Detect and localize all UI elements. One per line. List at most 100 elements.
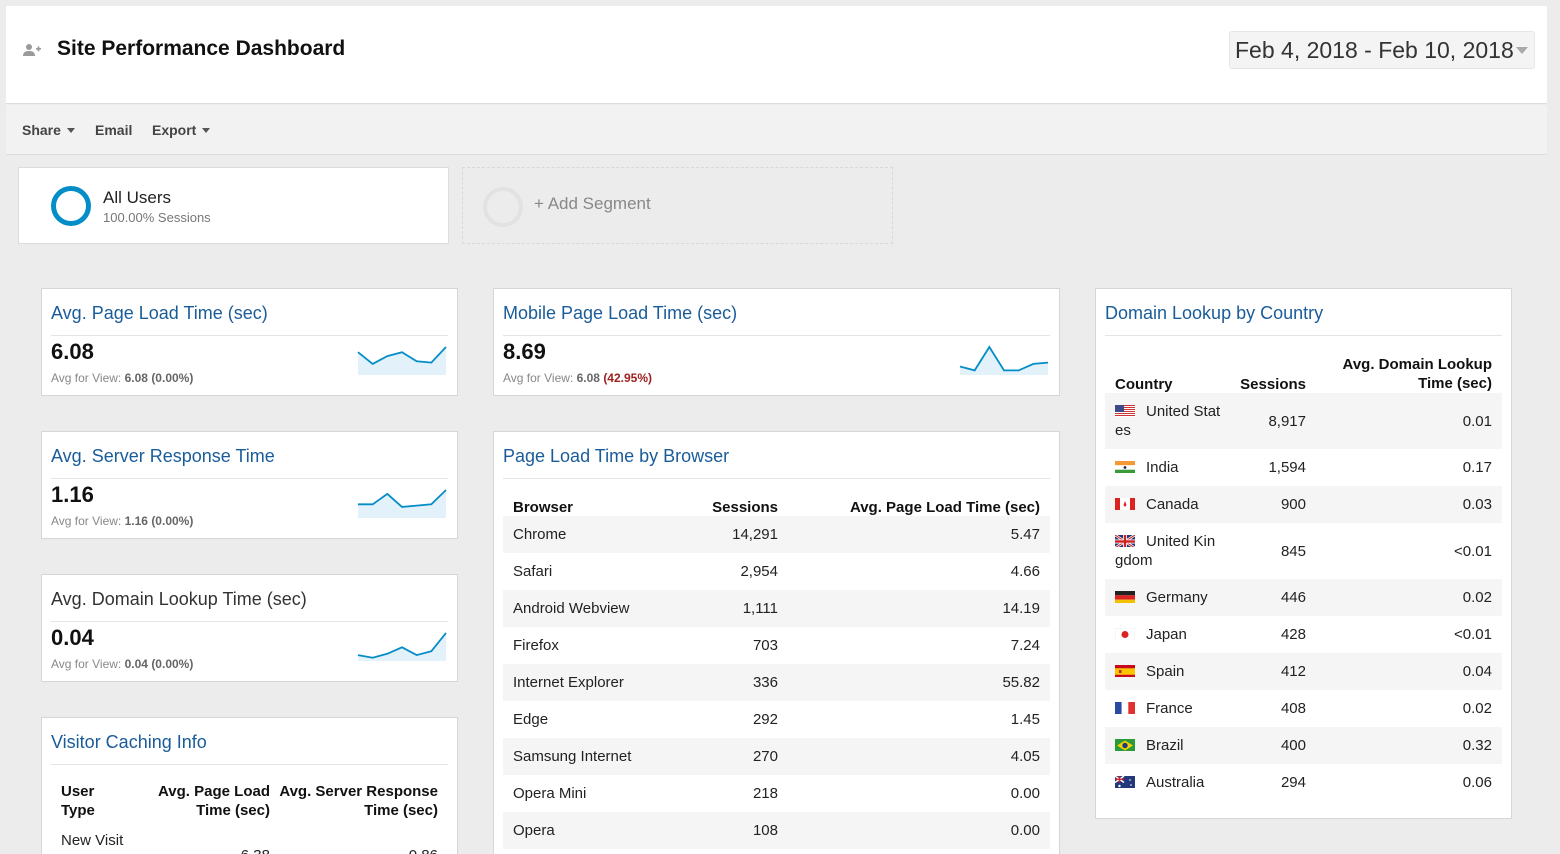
card-avg-domain-lookup: Avg. Domain Lookup Time (sec) 0.04 Avg f… [41,574,458,682]
divider [51,335,448,336]
lookup-cell: 0.02 [1462,700,1492,717]
ca-flag-icon-graphic [1115,498,1135,510]
col-user-type[interactable]: User Type [51,776,131,820]
table-row: Japan 428 <0.01 [1105,616,1502,653]
sessions-cell: 400 [1230,727,1306,764]
segment-name: All Users [103,188,172,207]
email-button[interactable]: Email [95,122,132,138]
browser-table-body: Chrome 14,291 5.47 Safari 2,954 4.66 Android W… [503,516,1050,849]
card-title[interactable]: Domain Lookup by Country [1105,303,1323,324]
sessions-cell: 8,917 [1230,393,1306,449]
card-title[interactable]: Visitor Caching Info [51,732,207,753]
col-avg-domain-lookup[interactable]: Avg. Domain Lookup Time (sec) [1306,351,1502,393]
browser-name-cell[interactable]: Internet Explorer [503,664,668,701]
table-row: Samsung Internet 270 4.05 [503,738,1050,775]
card-title[interactable]: Mobile Page Load Time (sec) [503,303,737,324]
table-row: Chrome 14,291 5.47 [503,516,1050,553]
country-cell[interactable]: United Kingdom [1105,523,1230,579]
col-avg-page-load[interactable]: Avg. Page Load Time (sec) [131,776,270,820]
export-button[interactable]: Export [152,122,211,138]
country-table-body: United States 8,917 0.01 India 1,594 0.17 Cana… [1105,393,1502,801]
country-cell[interactable]: Australia [1105,764,1230,801]
de-flag-icon-graphic [1115,591,1135,603]
country-cell[interactable]: Spain [1105,653,1230,690]
country-cell[interactable]: India [1105,449,1230,486]
au-flag-icon-graphic [1115,775,1135,788]
user-type-cell: New Visit [61,832,124,849]
date-range-picker[interactable]: Feb 4, 2018 - Feb 10, 2018 [1229,31,1535,69]
table-row: Opera 108 0.00 [503,812,1050,849]
table-row: Spain 412 0.04 [1105,653,1502,690]
lookup-cell: <0.01 [1454,626,1492,643]
server-cell: 0.86 [270,820,448,854]
col-sessions[interactable]: Sessions [1230,351,1306,393]
country-cell[interactable]: United States [1105,393,1230,449]
date-range-text: Feb 4, 2018 - Feb 10, 2018 [1235,36,1514,63]
fr-flag-icon [1115,701,1135,714]
load-cell: 6.38 [131,820,270,854]
card-mobile-page-load: Mobile Page Load Time (sec) 8.69 Avg for… [493,288,1060,396]
share-button[interactable]: Share [22,122,75,138]
divider [503,478,1050,479]
toolbar: Share Email Export [6,105,1547,155]
load-cell: 14.19 [778,590,1050,627]
sessions-cell: 1,594 [1268,459,1306,476]
sessions-cell: 703 [752,637,778,654]
lookup-cell: 0.03 [1306,486,1502,523]
card-title[interactable]: Page Load Time by Browser [503,446,729,467]
table-row: Australia 294 0.06 [1105,764,1502,801]
add-user-icon[interactable] [22,42,42,58]
browser-name-cell[interactable]: Firefox [503,627,668,664]
table-row: Canada 900 0.03 [1105,486,1502,523]
sessions-cell: 428 [1280,626,1306,643]
card-browser-load: Page Load Time by Browser Browser Sessio… [493,431,1060,854]
export-label: Export [152,122,197,138]
de-flag-icon [1115,590,1135,603]
segment-all-users[interactable]: All Users 100.00% Sessions [18,167,449,244]
country-cell[interactable]: Japan [1105,616,1230,653]
table-row: Germany 446 0.02 [1105,579,1502,616]
browser-name-cell[interactable]: Safari [503,553,668,590]
country-cell[interactable]: France [1105,690,1230,727]
col-sessions[interactable]: Sessions [668,492,778,516]
browser-name-cell[interactable]: Opera Mini [503,775,668,812]
load-cell: 4.66 [1010,563,1040,580]
country-name: Brazil [1146,737,1184,754]
sessions-cell: 2,954 [740,563,778,580]
add-segment-button[interactable]: + Add Segment [462,167,893,244]
gb-flag-icon-graphic [1115,534,1135,547]
country-cell[interactable]: Brazil [1105,727,1230,764]
in-flag-icon [1115,460,1135,473]
col-avg-server-response[interactable]: Avg. Server Response Time (sec) [270,776,448,820]
avg-for-view: Avg for View: 1.16 (0.00%) [51,514,194,528]
col-browser[interactable]: Browser [503,492,668,516]
card-avg-server-response: Avg. Server Response Time 1.16 Avg for V… [41,431,458,539]
table-row: Firefox 703 7.24 [503,627,1050,664]
table-header-row: User Type Avg. Page Load Time (sec) Avg.… [51,776,448,820]
divider [51,621,448,622]
es-flag-icon [1115,664,1135,677]
table-row: Safari 2,954 4.66 [503,553,1050,590]
table-row: Android Webview 1,111 14.19 [503,590,1050,627]
caret-down-icon [202,127,211,133]
dashboard-header: Site Performance Dashboard Feb 4, 2018 -… [6,6,1547,104]
caret-down-icon [66,127,75,133]
table-row: Opera Mini 218 0.00 [503,775,1050,812]
email-label: Email [95,122,133,138]
col-avg-page-load[interactable]: Avg. Page Load Time (sec) [778,492,1050,516]
browser-name-cell[interactable]: Chrome [503,516,668,553]
browser-name-cell[interactable]: Opera [503,812,668,849]
country-cell[interactable]: Canada [1105,486,1230,523]
table-row: Edge 292 1.45 [503,701,1050,738]
browser-name-cell[interactable]: Samsung Internet [503,738,668,775]
country-cell[interactable]: Germany [1105,579,1230,616]
browser-name-cell[interactable]: Android Webview [503,590,668,627]
col-country[interactable]: Country [1105,351,1230,393]
segment-ring-icon [51,186,91,226]
card-title[interactable]: Avg. Server Response Time [51,446,275,467]
browser-name-cell[interactable]: Edge [503,701,668,738]
avg-for-view: Avg for View: 6.08 (0.00%) [51,371,194,385]
table-row: Internet Explorer 336 55.82 [503,664,1050,701]
card-title[interactable]: Avg. Page Load Time (sec) [51,303,268,324]
lookup-cell: 0.32 [1306,727,1502,764]
